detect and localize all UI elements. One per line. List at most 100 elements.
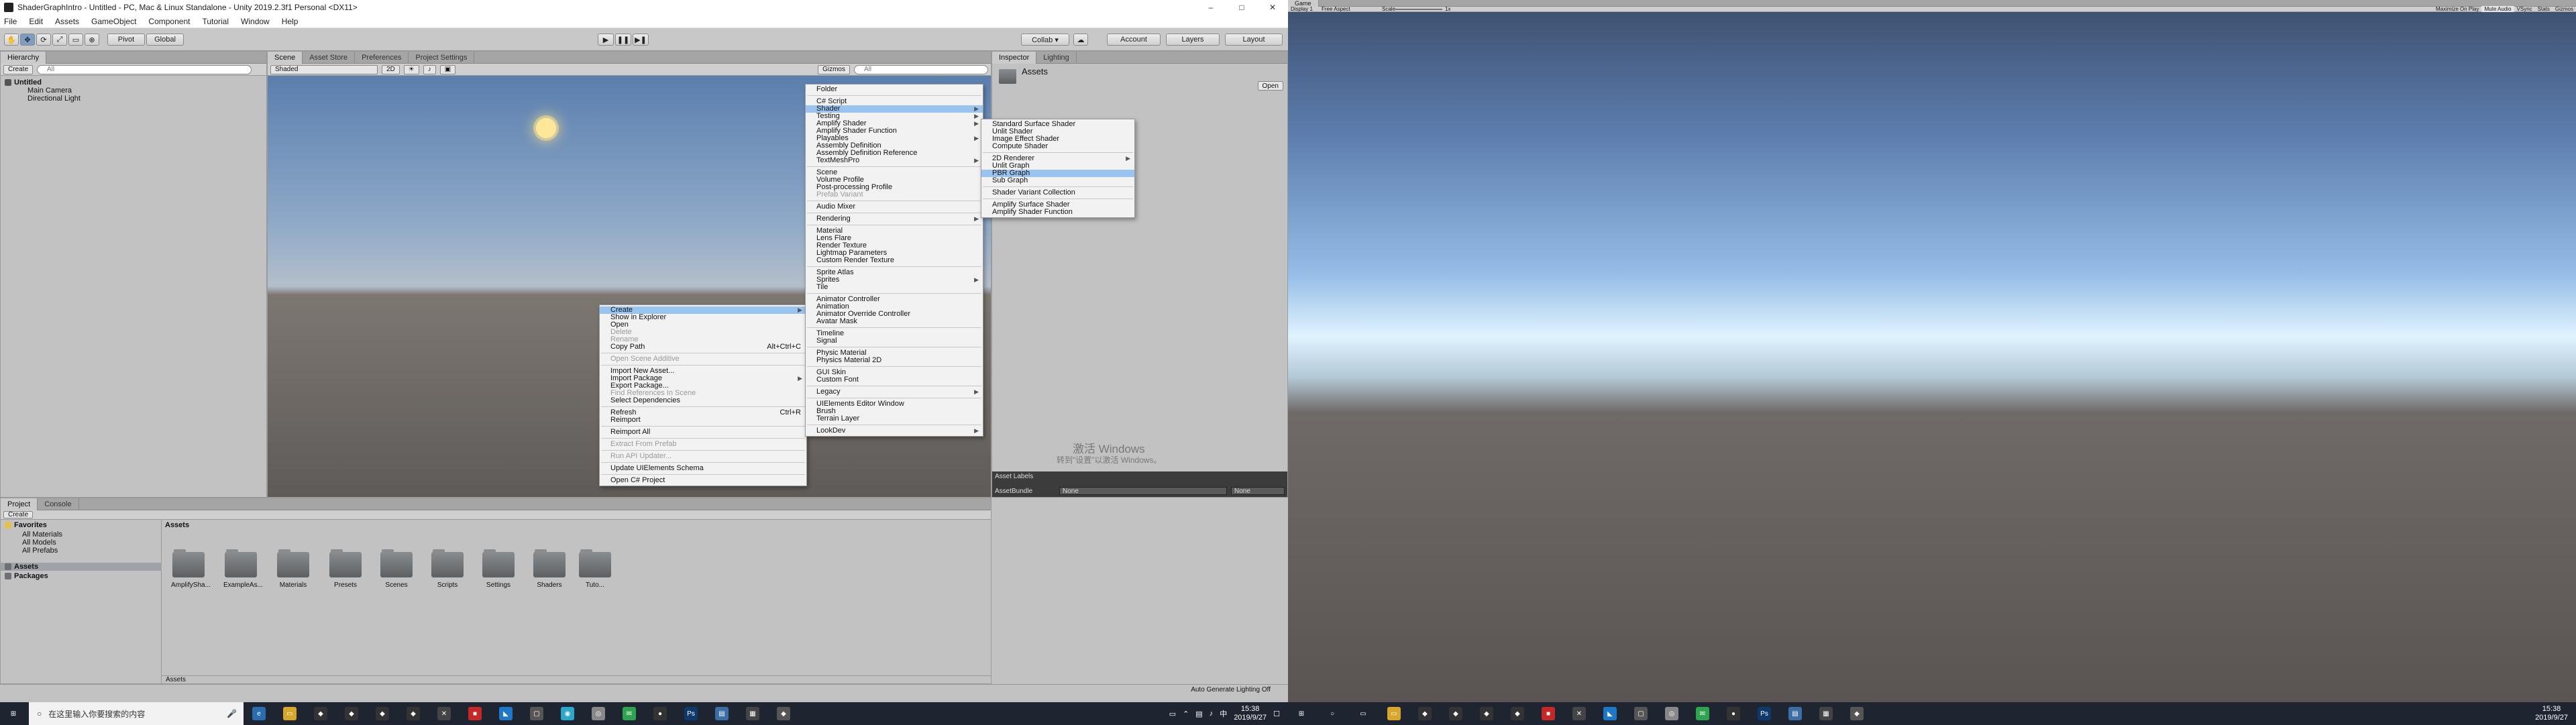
unity-icon[interactable]: ◆	[345, 707, 358, 720]
unity-icon[interactable]: ◆	[1511, 707, 1524, 720]
audio-toggle-icon[interactable]: ♪	[423, 64, 436, 74]
create-menu-item[interactable]: Custom Font	[806, 376, 983, 384]
menu-window[interactable]: Window	[241, 17, 270, 26]
shader-menu-item[interactable]: Sub Graph	[981, 177, 1134, 184]
cloud-icon[interactable]: ☁	[1073, 34, 1088, 46]
file-explorer-icon[interactable]: ▭	[283, 707, 297, 720]
minimize-button[interactable]: –	[1195, 0, 1226, 15]
hierarchy-create-button[interactable]: Create	[3, 64, 34, 74]
account-dropdown[interactable]: Account	[1107, 34, 1161, 46]
create-menu-item[interactable]: Signal	[806, 337, 983, 345]
folder-item[interactable]: Shaders	[532, 549, 567, 589]
app-icon[interactable]: ▤	[715, 707, 729, 720]
maximize-on-play-toggle[interactable]: Maximize On Play	[2433, 6, 2481, 12]
edge-browser-icon[interactable]: e	[252, 707, 266, 720]
context-menu-item[interactable]: Show in Explorer	[600, 314, 806, 321]
unity-icon[interactable]: ◆	[777, 707, 790, 720]
tab-console[interactable]: Console	[38, 498, 79, 510]
github-icon[interactable]: ●	[653, 707, 667, 720]
app-icon[interactable]: ◎	[1665, 707, 1678, 720]
shader-menu-item[interactable]: Shader Variant Collection	[981, 189, 1134, 197]
global-toggle[interactable]: Global	[146, 34, 184, 46]
create-menu-item[interactable]: Legacy ▶	[806, 388, 983, 396]
aspect-dropdown[interactable]: Free Aspect	[1315, 6, 1375, 12]
github-icon[interactable]: ●	[1727, 707, 1740, 720]
hierarchy-item-main-camera[interactable]: Main Camera	[28, 87, 72, 95]
chevron-up-icon[interactable]: ⌃	[1183, 710, 1189, 718]
rect-tool-icon[interactable]: ▭	[68, 34, 83, 46]
scene-root-item[interactable]: Untitled	[5, 78, 42, 87]
taskbar-clock-secondary[interactable]: 15:38 2019/9/27	[2535, 705, 2568, 722]
vscode-icon[interactable]: ◣	[1603, 707, 1617, 720]
context-menu-item[interactable]: Reimport	[600, 416, 806, 424]
create-menu-item[interactable]: Folder	[806, 86, 983, 93]
context-menu-item[interactable]: Reimport All	[600, 429, 806, 436]
photoshop-icon[interactable]: Ps	[684, 707, 698, 720]
collab-button[interactable]: Collab ▾	[1021, 34, 1069, 46]
unity-icon[interactable]: ◆	[407, 707, 420, 720]
fav-item-all-prefabs[interactable]: All Prefabs	[22, 547, 58, 555]
photoshop-icon[interactable]: Ps	[1758, 707, 1771, 720]
unity-icon[interactable]: ◆	[1850, 707, 1864, 720]
menu-file[interactable]: File	[4, 17, 17, 26]
hierarchy-search-input[interactable]: All	[37, 64, 252, 74]
folder-item[interactable]: Presets	[328, 549, 363, 589]
pivot-toggle[interactable]: Pivot	[107, 34, 145, 46]
effects-dropdown-icon[interactable]: ▣	[439, 64, 456, 74]
favorites-item[interactable]: Favorites	[5, 521, 47, 529]
assets-root-item[interactable]: Assets	[1, 563, 162, 571]
context-menu-item[interactable]: Copy Path Alt+Ctrl+C	[600, 343, 806, 351]
tab-project-settings[interactable]: Project Settings	[409, 52, 475, 64]
menu-tutorial[interactable]: Tutorial	[202, 17, 229, 26]
media-app-icon[interactable]: ■	[468, 707, 482, 720]
close-button[interactable]: ✕	[1257, 0, 1288, 15]
folder-item[interactable]: ExampleAs...	[223, 549, 263, 589]
tab-hierarchy[interactable]: Hierarchy	[1, 52, 47, 64]
unity-icon[interactable]: ◆	[1480, 707, 1493, 720]
menu-component[interactable]: Component	[148, 17, 190, 26]
shader-menu-item[interactable]: Amplify Shader Function	[981, 209, 1134, 216]
maximize-button[interactable]: □	[1226, 0, 1257, 15]
unity-icon[interactable]: ◆	[1449, 707, 1462, 720]
taskbar-search-input[interactable]: ○ 在这里输入你要搜索的内容 🎤	[29, 702, 244, 725]
folder-item[interactable]: Materials	[276, 549, 311, 589]
inspector-open-button[interactable]: Open	[1257, 81, 1283, 91]
tab-project[interactable]: Project	[1, 498, 38, 510]
mute-audio-toggle[interactable]: Mute Audio	[2481, 6, 2514, 12]
pause-button[interactable]: ❚❚	[615, 34, 631, 46]
app-icon[interactable]: ▢	[530, 707, 543, 720]
packages-item[interactable]: Packages	[5, 572, 48, 580]
app-icon[interactable]: ◎	[592, 707, 605, 720]
ime-indicator[interactable]: 中	[1220, 708, 1227, 719]
step-button[interactable]: ▶❚	[633, 34, 649, 46]
tab-inspector[interactable]: Inspector	[992, 52, 1037, 64]
move-tool-icon[interactable]: ✥	[20, 34, 35, 46]
folder-item[interactable]: Tuto...	[578, 549, 612, 589]
shader-menu-item[interactable]: Compute Shader	[981, 143, 1134, 150]
create-menu-item[interactable]: TextMeshPro ▶	[806, 157, 983, 164]
network-icon[interactable]: ▤	[1195, 710, 1202, 718]
asset-bundle-dropdown[interactable]: None	[1059, 487, 1227, 495]
notifications-icon[interactable]: ☐	[1273, 710, 1280, 718]
context-menu-item[interactable]: Select Dependencies	[600, 397, 806, 404]
menu-assets[interactable]: Assets	[55, 17, 79, 26]
vscode-icon[interactable]: ◣	[499, 707, 513, 720]
folder-item[interactable]: AmplifySha...	[171, 549, 211, 589]
app-icon[interactable]: ▦	[746, 707, 759, 720]
shading-mode-dropdown[interactable]: Shaded	[270, 64, 378, 74]
create-menu-item[interactable]: Custom Render Texture	[806, 257, 983, 264]
notification-icon[interactable]: ▭	[1169, 710, 1176, 718]
scale-tool-icon[interactable]: ⤢	[52, 34, 67, 46]
app-icon[interactable]: ▤	[1788, 707, 1802, 720]
stats-toggle[interactable]: Stats	[2535, 6, 2553, 12]
taskbar-clock[interactable]: 15:38 2019/9/27	[1234, 705, 1267, 722]
gizmos-dropdown[interactable]: Gizmos	[818, 64, 850, 74]
folder-item[interactable]: Scripts	[430, 549, 465, 589]
unity-icon[interactable]: ◆	[314, 707, 327, 720]
create-menu-item[interactable]: Sprites ▶	[806, 276, 983, 284]
scene-search-input[interactable]: All	[854, 64, 988, 74]
lighting-toggle-icon[interactable]: ☀	[403, 64, 419, 74]
create-menu-item[interactable]: Avatar Mask	[806, 318, 983, 325]
transform-tool-icon[interactable]: ⊕	[85, 34, 99, 46]
game-gizmos-toggle[interactable]: Gizmos	[2553, 6, 2576, 12]
